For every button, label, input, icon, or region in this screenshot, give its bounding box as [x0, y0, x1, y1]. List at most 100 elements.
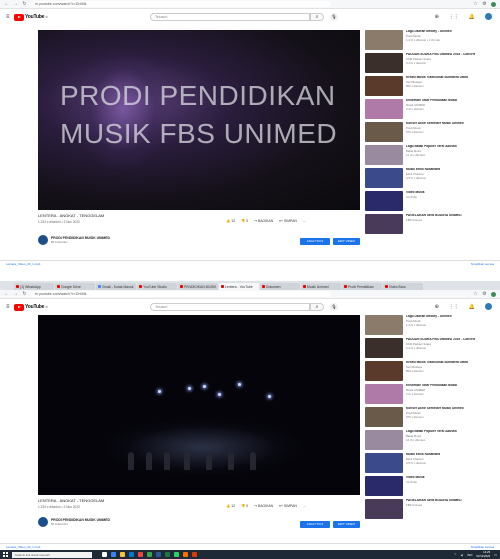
excel-icon[interactable]	[165, 552, 170, 557]
dislike-button[interactable]: 👎 0	[241, 504, 248, 508]
extensions-icon[interactable]: ⚙	[482, 1, 487, 7]
browser-tab[interactable]: PENDIDIKAN MUSIK	[178, 283, 218, 290]
menu-icon[interactable]: ≡	[6, 304, 14, 310]
recommendation-item[interactable]: Video Musik YouTube	[365, 191, 495, 211]
video-thumbnail[interactable]	[365, 384, 403, 404]
analytics-button[interactable]: ANALYTICS	[300, 521, 330, 528]
video-thumbnail[interactable]	[365, 168, 403, 188]
more-button[interactable]: ...	[303, 219, 306, 223]
recommendation-item[interactable]: Ensemble Gitar Pendidikan Musik Musik UNI…	[365, 99, 495, 119]
search-icon[interactable]: ⌕	[310, 303, 324, 311]
powerpoint-icon[interactable]	[192, 552, 197, 557]
url-field[interactable]: m.youtube.com/watch?v=Dr4Mk	[31, 291, 331, 297]
create-icon[interactable]: ⊕	[435, 304, 439, 310]
like-button[interactable]: 👍 12	[226, 219, 235, 223]
video-thumbnail[interactable]	[365, 361, 403, 381]
share-button[interactable]: ↪ BAGIKAN	[254, 504, 273, 508]
profile-avatar[interactable]	[491, 291, 496, 297]
show-all-downloads[interactable]: Tampilkan semua	[471, 545, 494, 549]
apps-icon[interactable]: ⋮⋮	[449, 304, 459, 310]
windows-start-icon[interactable]	[3, 552, 8, 557]
mic-icon[interactable]: 🎙	[330, 303, 338, 311]
task-view-icon[interactable]	[102, 552, 107, 557]
mail-icon[interactable]	[138, 552, 143, 557]
recommendation-item[interactable]: Konser Akhir Semester Musik Unimed Prodi …	[365, 407, 495, 427]
extensions-icon[interactable]: ⚙	[482, 291, 487, 297]
more-button[interactable]: ...	[303, 504, 306, 508]
save-button[interactable]: ≡+ SIMPAN	[279, 219, 297, 223]
word-icon[interactable]	[156, 552, 161, 557]
taskbar-search-input[interactable]: Ketik di sini untuk mencari	[12, 551, 92, 558]
search-icon[interactable]: ⌕	[310, 13, 324, 21]
star-icon[interactable]: ☆	[473, 1, 478, 7]
browser-tab[interactable]: YouTube Studio	[137, 283, 177, 290]
recommendation-item[interactable]: PAGELARAN SENI BUDAYA UNIMED FBS Unimed	[365, 499, 495, 519]
save-button[interactable]: ≡+ SIMPAN	[279, 504, 297, 508]
recommendation-title[interactable]: Kreasi Musik Tradisional Sumatera Utara	[406, 361, 468, 365]
forward-icon[interactable]: →	[13, 291, 18, 297]
search-input[interactable]: Telusuri	[150, 13, 310, 21]
video-thumbnail[interactable]	[365, 315, 403, 335]
browser-tab[interactable]: (1) WhatsApp	[14, 283, 54, 290]
recommendation-item[interactable]: Musik Etnik Nusantara Etnik Channel 4,5 rb…	[365, 168, 495, 188]
video-thumbnail[interactable]	[365, 476, 403, 496]
store-icon[interactable]	[129, 552, 134, 557]
network-icon[interactable]: ⌔	[454, 552, 457, 557]
account-avatar[interactable]	[485, 13, 492, 20]
video-thumbnail[interactable]	[365, 99, 403, 119]
recommendation-title[interactable]: PADUAN SUARA FBS UNIMED 2019 - Concert	[406, 338, 475, 342]
browser-tab[interactable]: Video Baru	[383, 283, 423, 290]
recommendation-title[interactable]: Ensemble Gitar Pendidikan Musik	[406, 99, 457, 103]
like-button[interactable]: 👍 12	[226, 504, 235, 508]
recommendation-title[interactable]: Konser Akhir Semester Musik Unimed	[406, 122, 464, 126]
download-file[interactable]: Lentera_Video_20_1.mp4	[6, 545, 40, 549]
video-thumbnail[interactable]	[365, 338, 403, 358]
recommendation-title[interactable]: PADUAN SUARA FBS UNIMED 2019 - Concert	[406, 53, 475, 57]
video-thumbnail[interactable]	[365, 145, 403, 165]
recommendation-item[interactable]: PADUAN SUARA FBS UNIMED 2019 - Concert UK…	[365, 53, 495, 73]
recommendation-title[interactable]: Musik Etnik Nusantara	[406, 168, 440, 172]
mic-icon[interactable]: 🎙	[330, 13, 338, 21]
back-icon[interactable]: ←	[4, 291, 9, 297]
edit-video-button[interactable]: EDIT VIDEO	[333, 238, 360, 245]
account-avatar[interactable]	[485, 303, 492, 310]
video-thumbnail[interactable]	[365, 53, 403, 73]
taskbar-clock[interactable]: 14:25 02/11/2020	[476, 550, 490, 558]
recommendation-title[interactable]: Lagu Batak Populer Versi Akustik	[406, 430, 457, 434]
reload-icon[interactable]: ↻	[22, 1, 27, 7]
youtube-logo[interactable]: YouTube ID	[14, 303, 48, 311]
language-indicator[interactable]: IND	[467, 553, 472, 557]
share-button[interactable]: ↪ BAGIKAN	[254, 219, 273, 223]
star-icon[interactable]: ☆	[473, 291, 478, 297]
video-thumbnail[interactable]	[365, 214, 403, 234]
show-all-downloads[interactable]: Tampilkan semua	[471, 262, 494, 266]
recommendation-title[interactable]: Lagu Batak Populer Versi Akustik	[406, 145, 457, 149]
recommendation-item[interactable]: Kreasi Musik Tradisional Sumatera Utara S…	[365, 361, 495, 381]
video-thumbnail[interactable]	[365, 430, 403, 450]
notification-icon[interactable]: ▭	[494, 553, 497, 557]
video-player[interactable]: PRODI PENDIDIKAN MUSIK FBS UNIMED	[38, 30, 360, 210]
video-thumbnail[interactable]	[365, 30, 403, 50]
url-field[interactable]: m.youtube.com/watch?v=Dr4Mk	[31, 1, 331, 7]
recommendation-title[interactable]: Ensemble Gitar Pendidikan Musik	[406, 384, 457, 388]
video-player[interactable]	[38, 315, 360, 495]
dislike-button[interactable]: 👎 0	[241, 219, 248, 223]
edit-video-button[interactable]: EDIT VIDEO	[333, 521, 360, 528]
recommendation-title[interactable]: Musik Etnik Nusantara	[406, 453, 440, 457]
browser-tab[interactable]: Google Drive	[55, 283, 95, 290]
video-thumbnail[interactable]	[365, 122, 403, 142]
recommendation-item[interactable]: Lagu Batak Populer Versi Akustik Batak Mu…	[365, 430, 495, 450]
youtube-logo[interactable]: YouTube ID	[14, 13, 48, 21]
app-icon[interactable]	[183, 552, 188, 557]
browser-tab[interactable]: Gmail - Kotak Masuk	[96, 283, 136, 290]
apps-icon[interactable]: ⋮⋮	[449, 14, 459, 20]
video-thumbnail[interactable]	[365, 76, 403, 96]
back-icon[interactable]: ←	[4, 1, 9, 7]
forward-icon[interactable]: →	[13, 1, 18, 7]
recommendation-title[interactable]: Video Musik	[406, 191, 425, 195]
channel-avatar[interactable]	[38, 235, 48, 245]
video-thumbnail[interactable]	[365, 407, 403, 427]
browser-tab[interactable]: Lentera - YouTube	[219, 283, 259, 290]
create-icon[interactable]: ⊕	[435, 14, 439, 20]
recommendation-item[interactable]: PADUAN SUARA FBS UNIMED 2019 - Concert UK…	[365, 338, 495, 358]
